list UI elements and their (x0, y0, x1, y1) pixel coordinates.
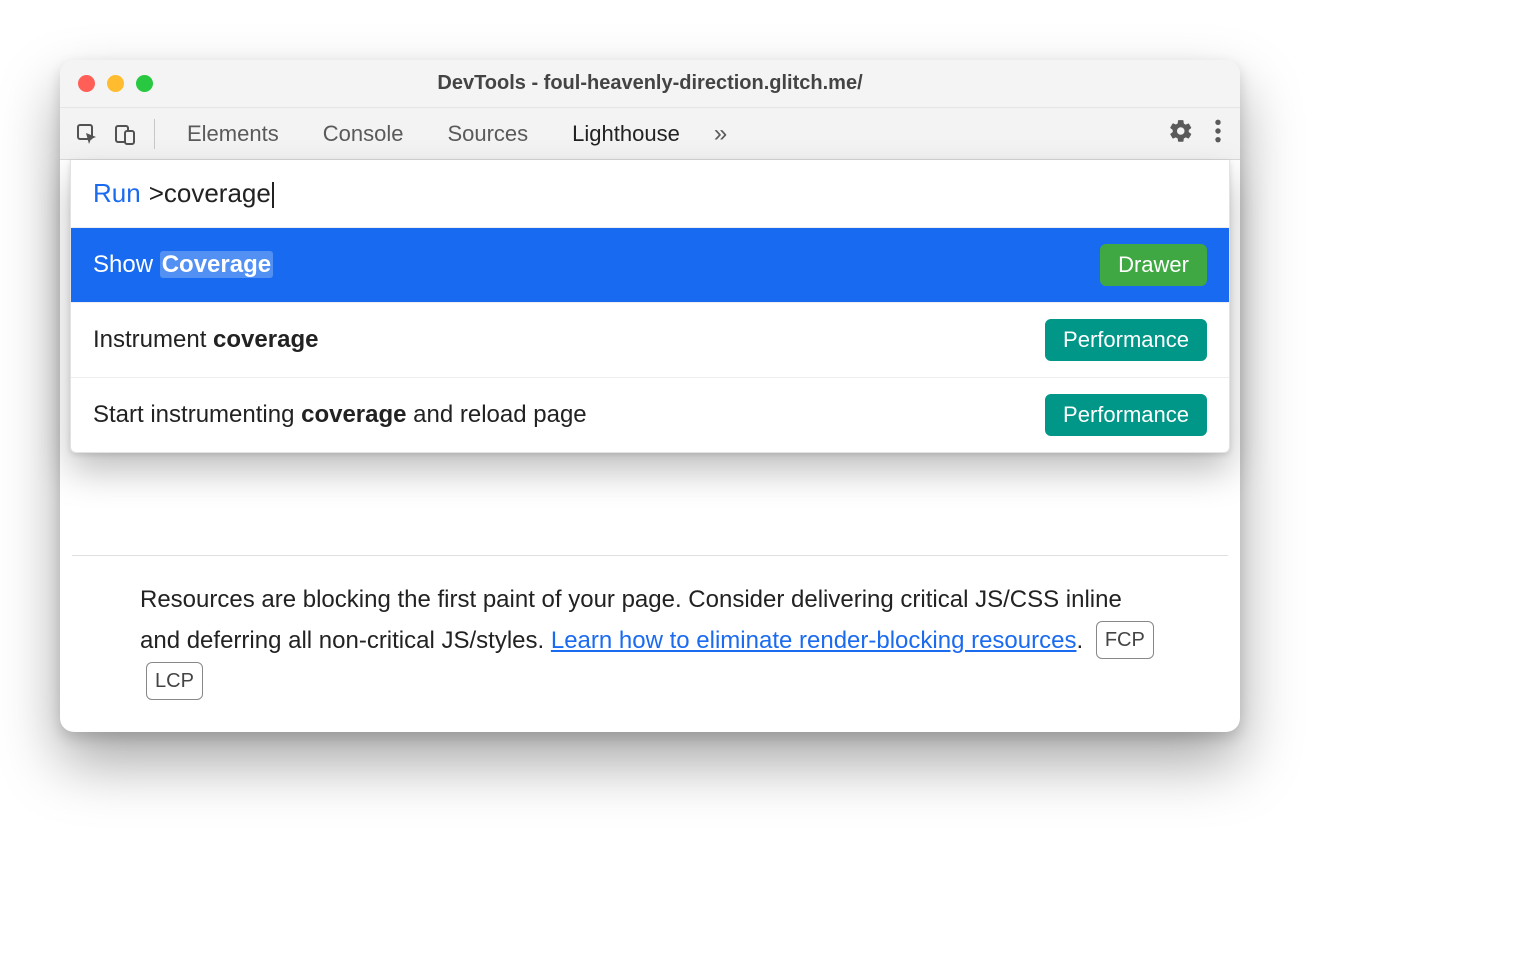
command-input[interactable]: Run >coverage (71, 160, 1229, 228)
audit-text-tail: . (1076, 627, 1089, 654)
command-results-list: Show Coverage Drawer Instrument coverage… (71, 228, 1229, 452)
command-query: >coverage (149, 178, 274, 209)
traffic-lights (60, 75, 153, 92)
device-toolbar-icon[interactable] (106, 115, 144, 153)
close-window-button[interactable] (78, 75, 95, 92)
devtools-window: DevTools - foul-heavenly-direction.glitc… (60, 60, 1240, 732)
panel-content: Run >coverage Show Coverage Drawer Instr… (60, 160, 1240, 732)
titlebar: DevTools - foul-heavenly-direction.glitc… (60, 60, 1240, 108)
zoom-window-button[interactable] (136, 75, 153, 92)
metric-chip-fcp: FCP (1096, 621, 1154, 659)
command-item-show-coverage[interactable]: Show Coverage Drawer (71, 228, 1229, 303)
horizontal-rule (72, 555, 1228, 556)
more-tabs-icon[interactable]: » (702, 120, 739, 148)
command-item-start-instrumenting[interactable]: Start instrumenting coverage and reload … (71, 378, 1229, 452)
tab-lighthouse[interactable]: Lighthouse (550, 108, 702, 160)
toolbar-divider (154, 119, 155, 149)
audit-description: Resources are blocking the first paint o… (60, 580, 1240, 702)
learn-more-link[interactable]: Learn how to eliminate render-blocking r… (551, 627, 1077, 654)
inspect-element-icon[interactable] (68, 115, 106, 153)
command-prefix: Run (93, 178, 141, 209)
command-item-instrument-coverage[interactable]: Instrument coverage Performance (71, 303, 1229, 378)
command-item-badge: Performance (1045, 394, 1207, 436)
window-title: DevTools - foul-heavenly-direction.glitc… (60, 72, 1240, 95)
minimize-window-button[interactable] (107, 75, 124, 92)
tab-sources[interactable]: Sources (425, 108, 550, 160)
command-item-label: Start instrumenting coverage and reload … (93, 401, 587, 429)
command-item-badge: Performance (1045, 319, 1207, 361)
command-item-badge: Drawer (1100, 244, 1207, 286)
main-toolbar: Elements Console Sources Lighthouse » (60, 108, 1240, 160)
tab-console[interactable]: Console (301, 108, 426, 160)
more-options-icon[interactable] (1204, 118, 1232, 149)
tab-elements[interactable]: Elements (165, 108, 301, 160)
metric-chip-lcp: LCP (146, 662, 203, 700)
command-item-label: Show Coverage (93, 251, 273, 279)
command-item-label: Instrument coverage (93, 326, 318, 354)
settings-gear-icon[interactable] (1158, 118, 1204, 149)
command-menu: Run >coverage Show Coverage Drawer Instr… (70, 160, 1230, 453)
